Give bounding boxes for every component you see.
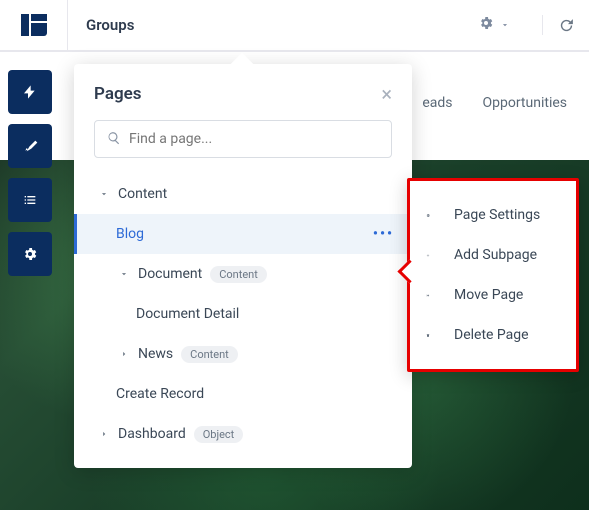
node-label: Document Detail	[136, 306, 239, 322]
ctx-label: Delete Page	[454, 327, 529, 343]
tab-leads[interactable]: eads	[422, 95, 452, 111]
node-label: Blog	[116, 226, 144, 242]
chevron-right-icon	[116, 349, 132, 359]
move-icon	[426, 288, 442, 303]
tab-opportunities[interactable]: Opportunities	[483, 95, 568, 111]
gear-icon	[426, 208, 442, 223]
node-tag: Object	[194, 426, 244, 443]
breadcrumb-groups[interactable]: Groups	[68, 15, 543, 35]
tree-node-dashboard[interactable]: Dashboard Object	[74, 414, 412, 454]
chevron-down-icon	[116, 269, 132, 279]
node-label: News	[138, 346, 173, 362]
ctx-label: Move Page	[454, 287, 523, 303]
tree-node-create-record[interactable]: Create Record	[74, 374, 412, 414]
node-tag: Content	[210, 266, 267, 283]
rail-brush-button[interactable]	[8, 124, 52, 168]
chevron-right-icon	[96, 429, 112, 439]
panel-title: Pages	[94, 84, 142, 104]
context-menu: Page Settings Add Subpage Move Page Dele…	[407, 178, 579, 372]
ellipsis-icon[interactable]: •••	[373, 226, 394, 242]
ctx-label: Add Subpage	[454, 247, 537, 263]
tree-node-document-detail[interactable]: Document Detail	[74, 294, 412, 334]
search-box[interactable]	[94, 120, 392, 158]
tree-node-news[interactable]: News Content	[74, 334, 412, 374]
chevron-down-icon[interactable]	[500, 16, 510, 34]
search-icon	[107, 130, 129, 149]
node-label: Dashboard	[118, 426, 186, 442]
chevron-down-icon	[96, 189, 112, 199]
tree-node-blog[interactable]: Blog •••	[74, 214, 412, 254]
app-logo[interactable]	[0, 0, 68, 51]
breadcrumb-title: Groups	[86, 16, 134, 34]
node-tag: Content	[181, 346, 238, 363]
trash-icon	[426, 328, 442, 343]
gear-icon[interactable]	[478, 15, 494, 35]
rail-lightning-button[interactable]	[8, 70, 52, 114]
refresh-button[interactable]	[543, 17, 589, 34]
ctx-delete-page[interactable]: Delete Page	[410, 315, 576, 355]
pages-panel: Pages × Content Blog ••• Document Conten…	[74, 64, 412, 468]
node-label: Create Record	[116, 386, 204, 402]
tree-node-document[interactable]: Document Content	[74, 254, 412, 294]
ctx-add-subpage[interactable]: Add Subpage	[410, 235, 576, 275]
search-input[interactable]	[129, 131, 379, 147]
node-label: Content	[118, 186, 167, 202]
tree-node-content[interactable]: Content	[74, 174, 412, 214]
close-icon[interactable]: ×	[381, 82, 392, 106]
plus-icon	[426, 248, 442, 263]
rail-list-button[interactable]	[8, 178, 52, 222]
ctx-label: Page Settings	[454, 207, 540, 223]
node-label: Document	[138, 266, 202, 282]
ctx-move-page[interactable]: Move Page	[410, 275, 576, 315]
ctx-page-settings[interactable]: Page Settings	[410, 195, 576, 235]
rail-gear-button[interactable]	[8, 232, 52, 276]
